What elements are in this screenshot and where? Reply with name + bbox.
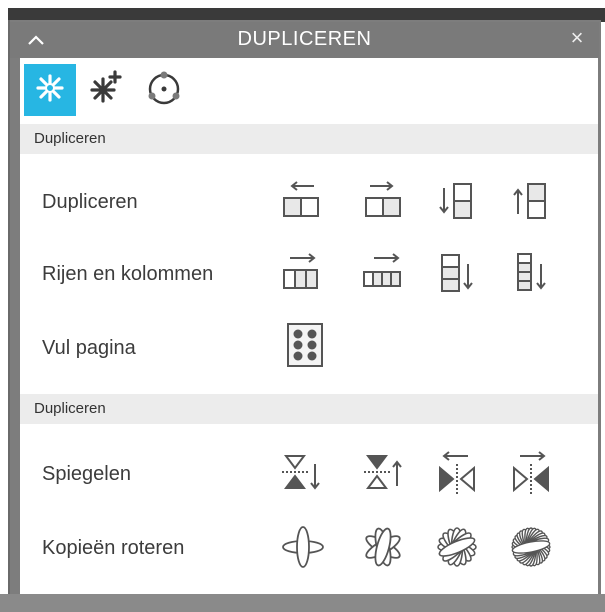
duplicate-right-icon[interactable] <box>360 178 406 224</box>
duplicate-left-icon[interactable] <box>278 178 324 224</box>
mirror-right-icon[interactable] <box>508 450 554 496</box>
mirror-above-icon[interactable] <box>360 450 406 496</box>
row-of-four-icon[interactable] <box>360 250 406 296</box>
duplicate-burst-icon <box>30 68 70 113</box>
tab-duplicate-add[interactable] <box>80 64 132 116</box>
rotate-two-copies-icon[interactable] <box>280 524 326 570</box>
column-of-three-icon[interactable] <box>434 250 480 296</box>
column-of-four-icon[interactable] <box>508 250 554 296</box>
screen: DUPLICEREN × Dupliceren Dupliceren Rijen… <box>0 0 605 612</box>
row-label-rows-columns: Rijen en kolommen <box>42 263 214 285</box>
rotate-eight-copies-icon[interactable] <box>434 524 480 570</box>
tab-rotate-copies[interactable] <box>138 64 190 116</box>
section-header-duplicate: Dupliceren <box>20 124 598 154</box>
panel-title-bar: DUPLICEREN × <box>10 22 599 58</box>
close-icon[interactable]: × <box>565 26 589 50</box>
rotate-sixteen-copies-icon[interactable] <box>508 524 554 570</box>
panel-title: DUPLICEREN <box>237 28 372 50</box>
row-label-rotate-copies: Kopieën roteren <box>42 537 185 559</box>
rotate-circle-icon <box>144 68 184 113</box>
mirror-left-icon[interactable] <box>434 450 480 496</box>
duplicate-above-icon[interactable] <box>508 178 554 224</box>
section-header-mirror-rotate: Dupliceren <box>20 394 598 424</box>
fill-page-icon[interactable] <box>282 322 328 368</box>
panel-bottom-edge <box>0 594 605 612</box>
rotate-four-copies-icon[interactable] <box>360 524 406 570</box>
duplicate-below-icon[interactable] <box>434 178 480 224</box>
tab-duplicate[interactable] <box>24 64 76 116</box>
mirror-below-icon[interactable] <box>278 450 324 496</box>
row-label-duplicate: Dupliceren <box>42 191 138 213</box>
row-label-fill-page: Vul pagina <box>42 337 136 359</box>
row-label-mirror: Spiegelen <box>42 463 131 485</box>
tool-tabs <box>20 58 598 122</box>
duplicate-burst-plus-icon <box>86 68 126 113</box>
panel-content: Dupliceren Dupliceren Rijen en kolommen … <box>20 58 598 594</box>
row-of-three-icon[interactable] <box>278 250 324 296</box>
